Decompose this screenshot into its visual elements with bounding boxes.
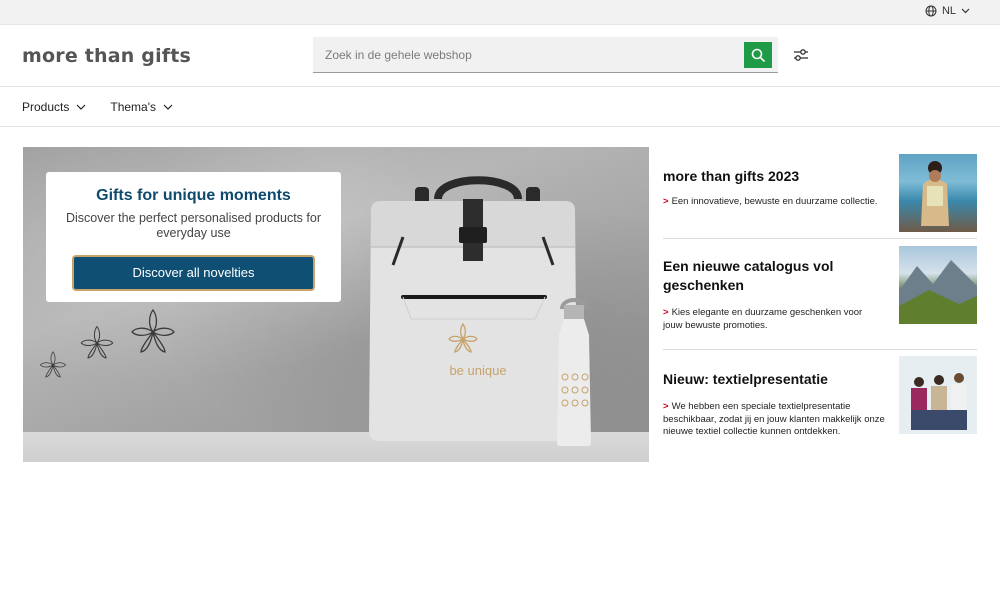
nav-item-products[interactable]: Products: [22, 100, 86, 114]
article-item[interactable]: more than gifts 2023 > Een innovatieve, b…: [663, 147, 977, 239]
language-label: NL: [941, 5, 956, 17]
search-icon: [751, 48, 765, 62]
hero-banner[interactable]: be unique Gifts for unique moments Disco…: [23, 147, 649, 462]
main-nav: Products Thema's: [0, 87, 1000, 127]
article-thumbnail: [899, 246, 977, 324]
article-thumbnail: [899, 356, 977, 434]
nav-item-themas[interactable]: Thema's: [110, 100, 173, 114]
site-logo[interactable]: more than gifts: [22, 45, 191, 67]
arrow-icon: >: [663, 401, 669, 412]
arrow-icon: >: [663, 196, 669, 207]
nav-item-label: Products: [22, 99, 70, 114]
product-print-text: be unique: [449, 363, 507, 378]
nav-item-label: Thema's: [110, 99, 156, 114]
chevron-down-icon: [76, 104, 86, 110]
language-selector[interactable]: NL: [925, 5, 970, 17]
hero-card: Gifts for unique moments Discover the pe…: [46, 172, 341, 302]
mountain-photo-icon: [899, 260, 977, 324]
search-bar: [313, 37, 778, 73]
hero-title: Gifts for unique moments: [96, 187, 291, 204]
top-bar: NL: [0, 0, 1000, 25]
article-item[interactable]: Een nieuwe catalogus vol geschenken > Kie…: [663, 239, 977, 350]
people-photo-icon: [911, 373, 967, 430]
article-thumbnail: [899, 154, 977, 232]
bottle-image: [557, 298, 591, 446]
person-photo-icon: [921, 161, 949, 226]
article-text: > Een innovatieve, bewuste en duurzame co…: [663, 196, 878, 207]
article-text: > Kies elegante en duurzame geschenken vo…: [663, 307, 863, 331]
article-item[interactable]: Nieuw: textielpresentatie > We hebben een…: [663, 350, 977, 450]
filter-sliders-icon[interactable]: [792, 47, 810, 63]
search-input[interactable]: [313, 37, 744, 72]
site-header: more than gifts: [0, 25, 1000, 87]
arrow-icon: >: [663, 307, 669, 318]
hero-subtitle: Discover the perfect personalised produc…: [66, 211, 321, 240]
globe-icon: [925, 5, 937, 17]
chevron-down-icon: [163, 104, 173, 110]
discover-novelties-button[interactable]: Discover all novelties: [72, 255, 315, 291]
flower-decoration-icon: [39, 308, 175, 378]
chevron-down-icon: [961, 8, 970, 14]
search-button[interactable]: [744, 41, 772, 68]
article-text: > We hebben een speciale textielpresentat…: [663, 401, 885, 437]
article-title: more than gifts 2023: [663, 168, 800, 184]
article-title: Nieuw: textielpresentatie: [663, 371, 828, 387]
article-title: Een nieuwe catalogus vol geschenken: [663, 258, 834, 293]
article-list: more than gifts 2023 > Een innovatieve, b…: [663, 147, 977, 450]
